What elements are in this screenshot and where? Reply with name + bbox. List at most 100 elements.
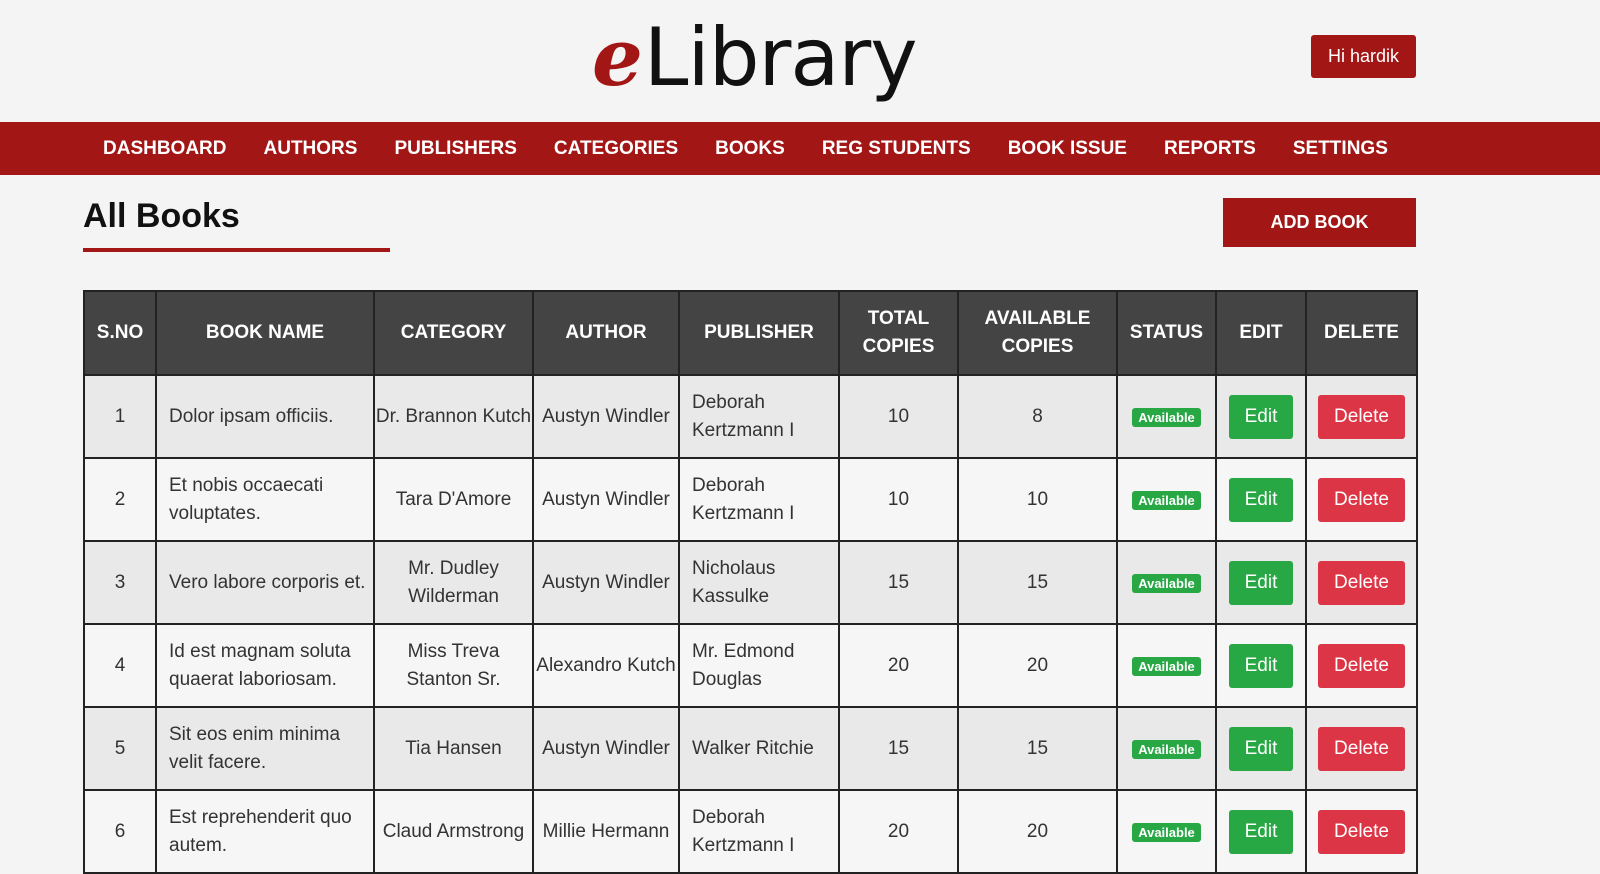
- elibrary-logo[interactable]: eLibrary: [592, 2, 918, 113]
- cell-author: Millie Hermann: [532, 789, 680, 874]
- cell-sno: 2: [83, 457, 157, 542]
- cell-status: Available: [1116, 623, 1217, 708]
- cell-available-copies: 15: [957, 540, 1118, 625]
- nav-dashboard[interactable]: DASHBOARD: [103, 138, 227, 160]
- cell-status: Available: [1116, 374, 1217, 459]
- cell-publisher: Deborah Kertzmann I: [678, 789, 840, 874]
- cell-edit: Edit: [1215, 789, 1307, 874]
- status-badge: Available: [1132, 739, 1201, 759]
- col-edit: EDIT: [1215, 290, 1307, 376]
- cell-total-copies: 10: [838, 374, 959, 459]
- table-row: 5 Sit eos enim minima velit facere. Tia …: [83, 706, 1418, 791]
- cell-status: Available: [1116, 540, 1217, 625]
- cell-total-copies: 20: [838, 623, 959, 708]
- cell-status: Available: [1116, 789, 1217, 874]
- nav-reg-students[interactable]: REG STUDENTS: [822, 138, 971, 160]
- edit-button[interactable]: Edit: [1229, 394, 1293, 439]
- status-badge: Available: [1132, 490, 1201, 510]
- cell-total-copies: 15: [838, 540, 959, 625]
- cell-status: Available: [1116, 706, 1217, 791]
- cell-publisher: Walker Ritchie: [678, 706, 840, 791]
- cell-category: Dr. Brannon Kutch: [373, 374, 534, 459]
- cell-publisher: Mr. Edmond Douglas: [678, 623, 840, 708]
- col-author: AUTHOR: [532, 290, 680, 376]
- cell-publisher: Deborah Kertzmann I: [678, 457, 840, 542]
- nav-reports[interactable]: REPORTS: [1164, 138, 1256, 160]
- status-badge: Available: [1132, 573, 1201, 593]
- status-badge: Available: [1132, 407, 1201, 427]
- cell-category: Mr. Dudley Wilderman: [373, 540, 534, 625]
- delete-button[interactable]: Delete: [1318, 477, 1405, 522]
- nav-book-issue[interactable]: BOOK ISSUE: [1008, 138, 1127, 160]
- col-total-copies: TOTAL COPIES: [838, 290, 959, 376]
- cell-edit: Edit: [1215, 706, 1307, 791]
- status-badge: Available: [1132, 822, 1201, 842]
- main-nav: DASHBOARD AUTHORS PUBLISHERS CATEGORIES …: [0, 122, 1600, 175]
- col-available-copies: AVAILABLE COPIES: [957, 290, 1118, 376]
- delete-button[interactable]: Delete: [1318, 643, 1405, 688]
- cell-category: Tara D'Amore: [373, 457, 534, 542]
- delete-button[interactable]: Delete: [1318, 394, 1405, 439]
- nav-publishers[interactable]: PUBLISHERS: [394, 138, 516, 160]
- cell-available-copies: 20: [957, 789, 1118, 874]
- cell-publisher: Deborah Kertzmann I: [678, 374, 840, 459]
- add-book-button[interactable]: ADD BOOK: [1223, 198, 1416, 247]
- cell-sno: 5: [83, 706, 157, 791]
- col-publisher: PUBLISHER: [678, 290, 840, 376]
- cell-delete: Delete: [1305, 706, 1418, 791]
- nav-categories[interactable]: CATEGORIES: [554, 138, 678, 160]
- cell-total-copies: 20: [838, 789, 959, 874]
- logo-e: e: [592, 10, 643, 104]
- col-book-name: BOOK NAME: [155, 290, 375, 376]
- edit-button[interactable]: Edit: [1229, 809, 1293, 854]
- delete-button[interactable]: Delete: [1318, 560, 1405, 605]
- cell-sno: 4: [83, 623, 157, 708]
- cell-author: Austyn Windler: [532, 706, 680, 791]
- cell-edit: Edit: [1215, 374, 1307, 459]
- cell-delete: Delete: [1305, 789, 1418, 874]
- cell-publisher: Nicholaus Kassulke: [678, 540, 840, 625]
- cell-category: Miss Treva Stanton Sr.: [373, 623, 534, 708]
- title-area: All Books ADD BOOK: [0, 175, 1600, 285]
- edit-button[interactable]: Edit: [1229, 560, 1293, 605]
- delete-button[interactable]: Delete: [1318, 726, 1405, 771]
- table-row: 2 Et nobis occaecati voluptates. Tara D'…: [83, 457, 1418, 542]
- cell-delete: Delete: [1305, 623, 1418, 708]
- table-row: 3 Vero labore corporis et. Mr. Dudley Wi…: [83, 540, 1418, 625]
- col-sno: S.NO: [83, 290, 157, 376]
- cell-edit: Edit: [1215, 540, 1307, 625]
- cell-edit: Edit: [1215, 623, 1307, 708]
- cell-book-name: Id est magnam soluta quaerat laboriosam.: [155, 623, 375, 708]
- cell-available-copies: 8: [957, 374, 1118, 459]
- nav-books[interactable]: BOOKS: [715, 138, 785, 160]
- col-status: STATUS: [1116, 290, 1217, 376]
- cell-delete: Delete: [1305, 374, 1418, 459]
- cell-available-copies: 20: [957, 623, 1118, 708]
- books-table: S.NO BOOK NAME CATEGORY AUTHOR PUBLISHER…: [83, 290, 1418, 874]
- table-row: 1 Dolor ipsam officiis. Dr. Brannon Kutc…: [83, 374, 1418, 459]
- cell-sno: 1: [83, 374, 157, 459]
- cell-book-name: Vero labore corporis et.: [155, 540, 375, 625]
- col-category: CATEGORY: [373, 290, 534, 376]
- table-header-row: S.NO BOOK NAME CATEGORY AUTHOR PUBLISHER…: [83, 290, 1418, 376]
- cell-available-copies: 15: [957, 706, 1118, 791]
- cell-book-name: Dolor ipsam officiis.: [155, 374, 375, 459]
- edit-button[interactable]: Edit: [1229, 477, 1293, 522]
- cell-book-name: Et nobis occaecati voluptates.: [155, 457, 375, 542]
- cell-author: Alexandro Kutch: [532, 623, 680, 708]
- cell-category: Tia Hansen: [373, 706, 534, 791]
- edit-button[interactable]: Edit: [1229, 726, 1293, 771]
- nav-settings[interactable]: SETTINGS: [1293, 138, 1388, 160]
- col-delete: DELETE: [1305, 290, 1418, 376]
- cell-delete: Delete: [1305, 457, 1418, 542]
- nav-authors[interactable]: AUTHORS: [264, 138, 358, 160]
- cell-status: Available: [1116, 457, 1217, 542]
- cell-delete: Delete: [1305, 540, 1418, 625]
- page-title: All Books: [83, 197, 240, 235]
- edit-button[interactable]: Edit: [1229, 643, 1293, 688]
- delete-button[interactable]: Delete: [1318, 809, 1405, 854]
- table-row: 4 Id est magnam soluta quaerat laboriosa…: [83, 623, 1418, 708]
- cell-total-copies: 10: [838, 457, 959, 542]
- user-menu-button[interactable]: Hi hardik: [1311, 35, 1416, 78]
- cell-total-copies: 15: [838, 706, 959, 791]
